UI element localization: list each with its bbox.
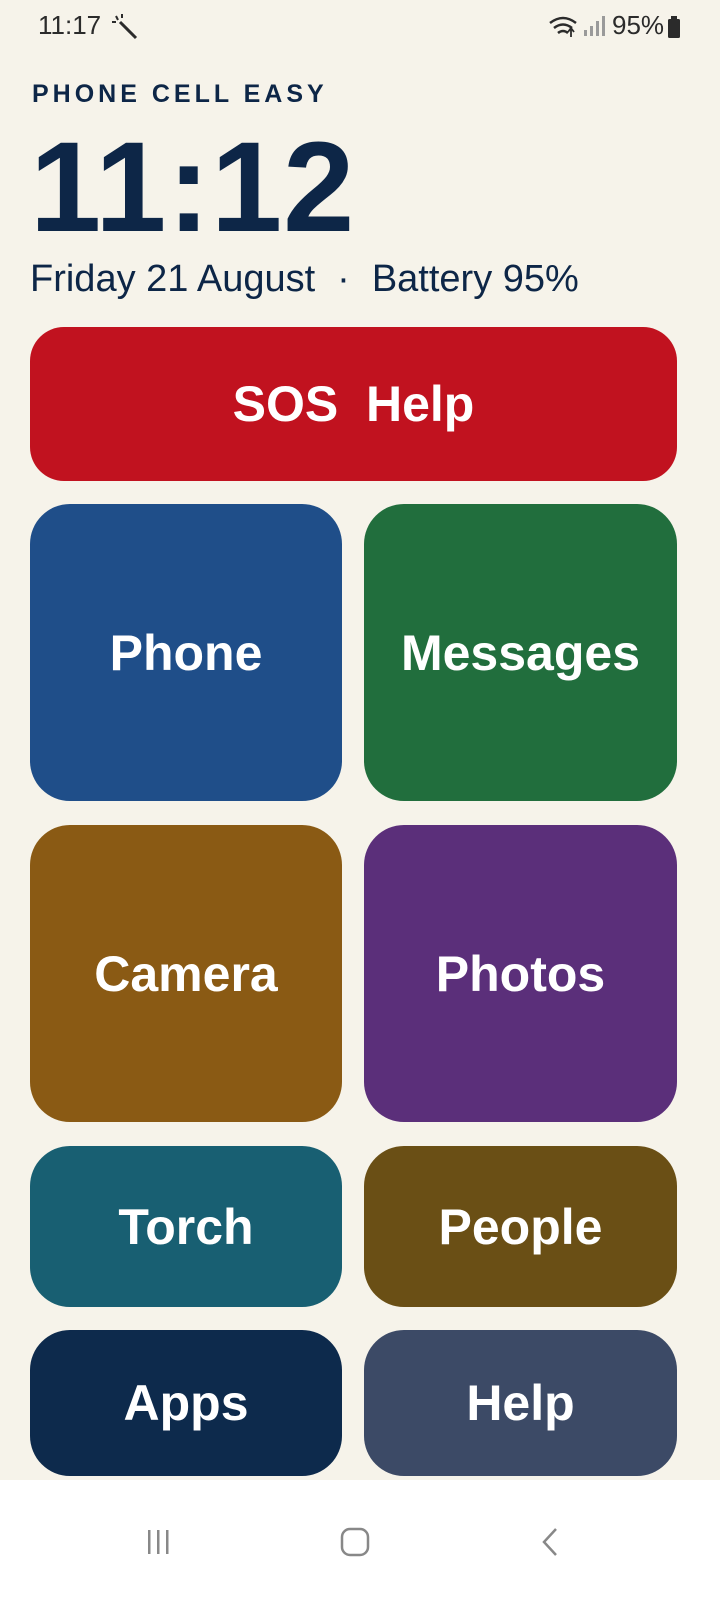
clock: 11:12 bbox=[30, 116, 356, 259]
magic-wand-icon bbox=[112, 14, 138, 40]
sos-help-label: SOS Help bbox=[232, 376, 475, 432]
status-bar: 11:17 95% bbox=[0, 0, 720, 56]
phone-button[interactable]: Phone bbox=[30, 504, 342, 801]
messages-label: Messages bbox=[400, 624, 641, 681]
battery-percent: 95% bbox=[612, 10, 665, 40]
apps-button[interactable]: Apps bbox=[30, 1330, 342, 1476]
wifi-icon bbox=[549, 16, 577, 37]
app-title: PHONE CELL EASY bbox=[32, 80, 328, 108]
status-time: 11:17 bbox=[38, 10, 102, 40]
photos-button[interactable]: Photos bbox=[364, 825, 677, 1122]
people-label: People bbox=[438, 1198, 603, 1255]
date-text: Friday 21 August bbox=[30, 258, 316, 300]
recents-icon bbox=[148, 1530, 169, 1554]
help-button[interactable]: Help bbox=[364, 1330, 677, 1476]
navigation-bar bbox=[0, 1480, 720, 1600]
back-icon bbox=[542, 1528, 557, 1556]
camera-label: Camera bbox=[94, 945, 278, 1002]
help-label: Help bbox=[466, 1375, 575, 1431]
sos-help-button[interactable]: SOS Help bbox=[30, 327, 677, 481]
separator: · bbox=[337, 258, 350, 300]
recents-button[interactable] bbox=[118, 1502, 198, 1582]
home-button[interactable] bbox=[315, 1502, 395, 1582]
battery-label: Battery 95% bbox=[371, 258, 579, 300]
camera-button[interactable]: Camera bbox=[30, 825, 342, 1122]
apps-label: Apps bbox=[123, 1375, 249, 1431]
messages-button[interactable]: Messages bbox=[364, 504, 677, 801]
people-button[interactable]: People bbox=[364, 1146, 677, 1307]
phone-label: Phone bbox=[109, 624, 263, 681]
back-button[interactable] bbox=[512, 1502, 592, 1582]
date-line: Friday 21 August · Battery 95% bbox=[30, 258, 579, 301]
photos-label: Photos bbox=[435, 945, 606, 1002]
home-icon bbox=[340, 1527, 370, 1557]
battery-icon bbox=[668, 16, 680, 38]
signal-icon bbox=[584, 16, 605, 36]
torch-label: Torch bbox=[118, 1198, 254, 1255]
torch-button[interactable]: Torch bbox=[30, 1146, 342, 1307]
